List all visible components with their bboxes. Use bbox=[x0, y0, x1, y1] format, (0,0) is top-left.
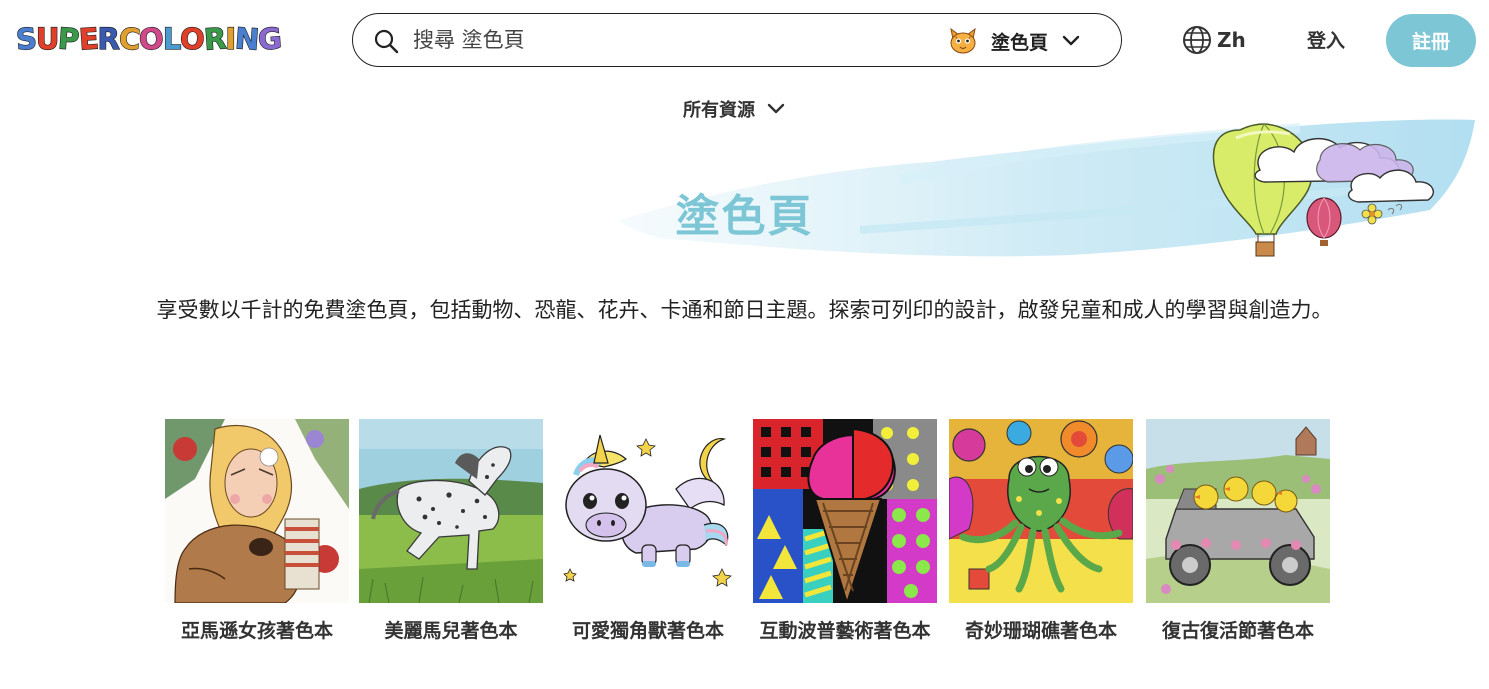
signup-button[interactable]: 註冊 bbox=[1386, 14, 1476, 67]
logo-letter: R bbox=[97, 21, 121, 56]
logo-letter: R bbox=[202, 21, 228, 58]
search-input[interactable] bbox=[413, 24, 933, 56]
unicorn-image bbox=[556, 419, 740, 603]
card-thumbnail[interactable] bbox=[359, 419, 543, 603]
card-thumbnail[interactable] bbox=[556, 419, 740, 603]
logo-letter: O bbox=[179, 21, 207, 58]
card-thumbnail[interactable] bbox=[165, 419, 349, 603]
card-thumbnail[interactable] bbox=[1146, 419, 1330, 603]
card-pop-art[interactable]: 互動波普藝術著色本 bbox=[753, 419, 937, 645]
category-select[interactable]: 塗色頁 bbox=[947, 22, 1080, 60]
card-label[interactable]: 互動波普藝術著色本 bbox=[753, 617, 937, 645]
search-bar: 塗色頁 bbox=[352, 13, 1122, 67]
language-label: Zh bbox=[1217, 28, 1246, 52]
card-label[interactable]: 亞馬遜女孩著色本 bbox=[165, 617, 349, 645]
card-amazon-girl[interactable]: 亞馬遜女孩著色本 bbox=[165, 419, 349, 645]
search-icon[interactable] bbox=[373, 28, 399, 54]
card-cute-unicorn[interactable]: 可愛獨角獸著色本 bbox=[556, 419, 740, 645]
logo-letter: O bbox=[137, 21, 165, 58]
category-label: 塗色頁 bbox=[991, 31, 1049, 54]
coral-reef-image bbox=[949, 419, 1133, 603]
logo-letter: G bbox=[257, 21, 284, 58]
language-selector[interactable]: Zh bbox=[1181, 22, 1246, 58]
logo-letter: U bbox=[35, 21, 60, 56]
chevron-down-icon bbox=[1062, 35, 1080, 46]
vintage-easter-car-image bbox=[1146, 419, 1330, 603]
page-title: 塗色頁 bbox=[675, 191, 814, 242]
card-label[interactable]: 美麗馬兒著色本 bbox=[359, 617, 543, 645]
pop-art-ice-cream-image bbox=[753, 419, 937, 603]
amazon-girl-image bbox=[165, 419, 349, 603]
site-header: SUPERCOLORING 塗色頁 bbox=[0, 0, 1489, 80]
cat-face-icon bbox=[950, 27, 976, 54]
card-thumbnail[interactable] bbox=[949, 419, 1133, 603]
coloring-book-list: 亞馬遜女孩著色本 美麗馬兒著色本 可愛獨角獸著色本 互動波普藝術著色本 奇妙珊瑚… bbox=[165, 419, 1335, 689]
supercoloring-logo[interactable]: SUPERCOLORING bbox=[14, 20, 284, 58]
logo-letter: S bbox=[14, 21, 39, 58]
logo-letter: E bbox=[77, 21, 100, 57]
card-vintage-easter[interactable]: 復古復活節著色本 bbox=[1146, 419, 1330, 645]
card-coral-reef[interactable]: 奇妙珊瑚礁著色本 bbox=[949, 419, 1133, 645]
page-description: 享受數以千計的免費塗色頁，包括動物、恐龍、花卉、卡通和節日主題。探索可列印的設計… bbox=[156, 298, 1333, 322]
card-label[interactable]: 奇妙珊瑚礁著色本 bbox=[949, 617, 1133, 645]
card-beautiful-horse[interactable]: 美麗馬兒著色本 bbox=[359, 419, 543, 645]
horse-image bbox=[359, 419, 543, 603]
card-thumbnail[interactable] bbox=[753, 419, 937, 603]
card-label[interactable]: 可愛獨角獸著色本 bbox=[556, 617, 740, 645]
card-label[interactable]: 復古復活節著色本 bbox=[1146, 617, 1330, 645]
globe-icon bbox=[1183, 26, 1211, 54]
login-button[interactable]: 登入 bbox=[1307, 26, 1345, 53]
